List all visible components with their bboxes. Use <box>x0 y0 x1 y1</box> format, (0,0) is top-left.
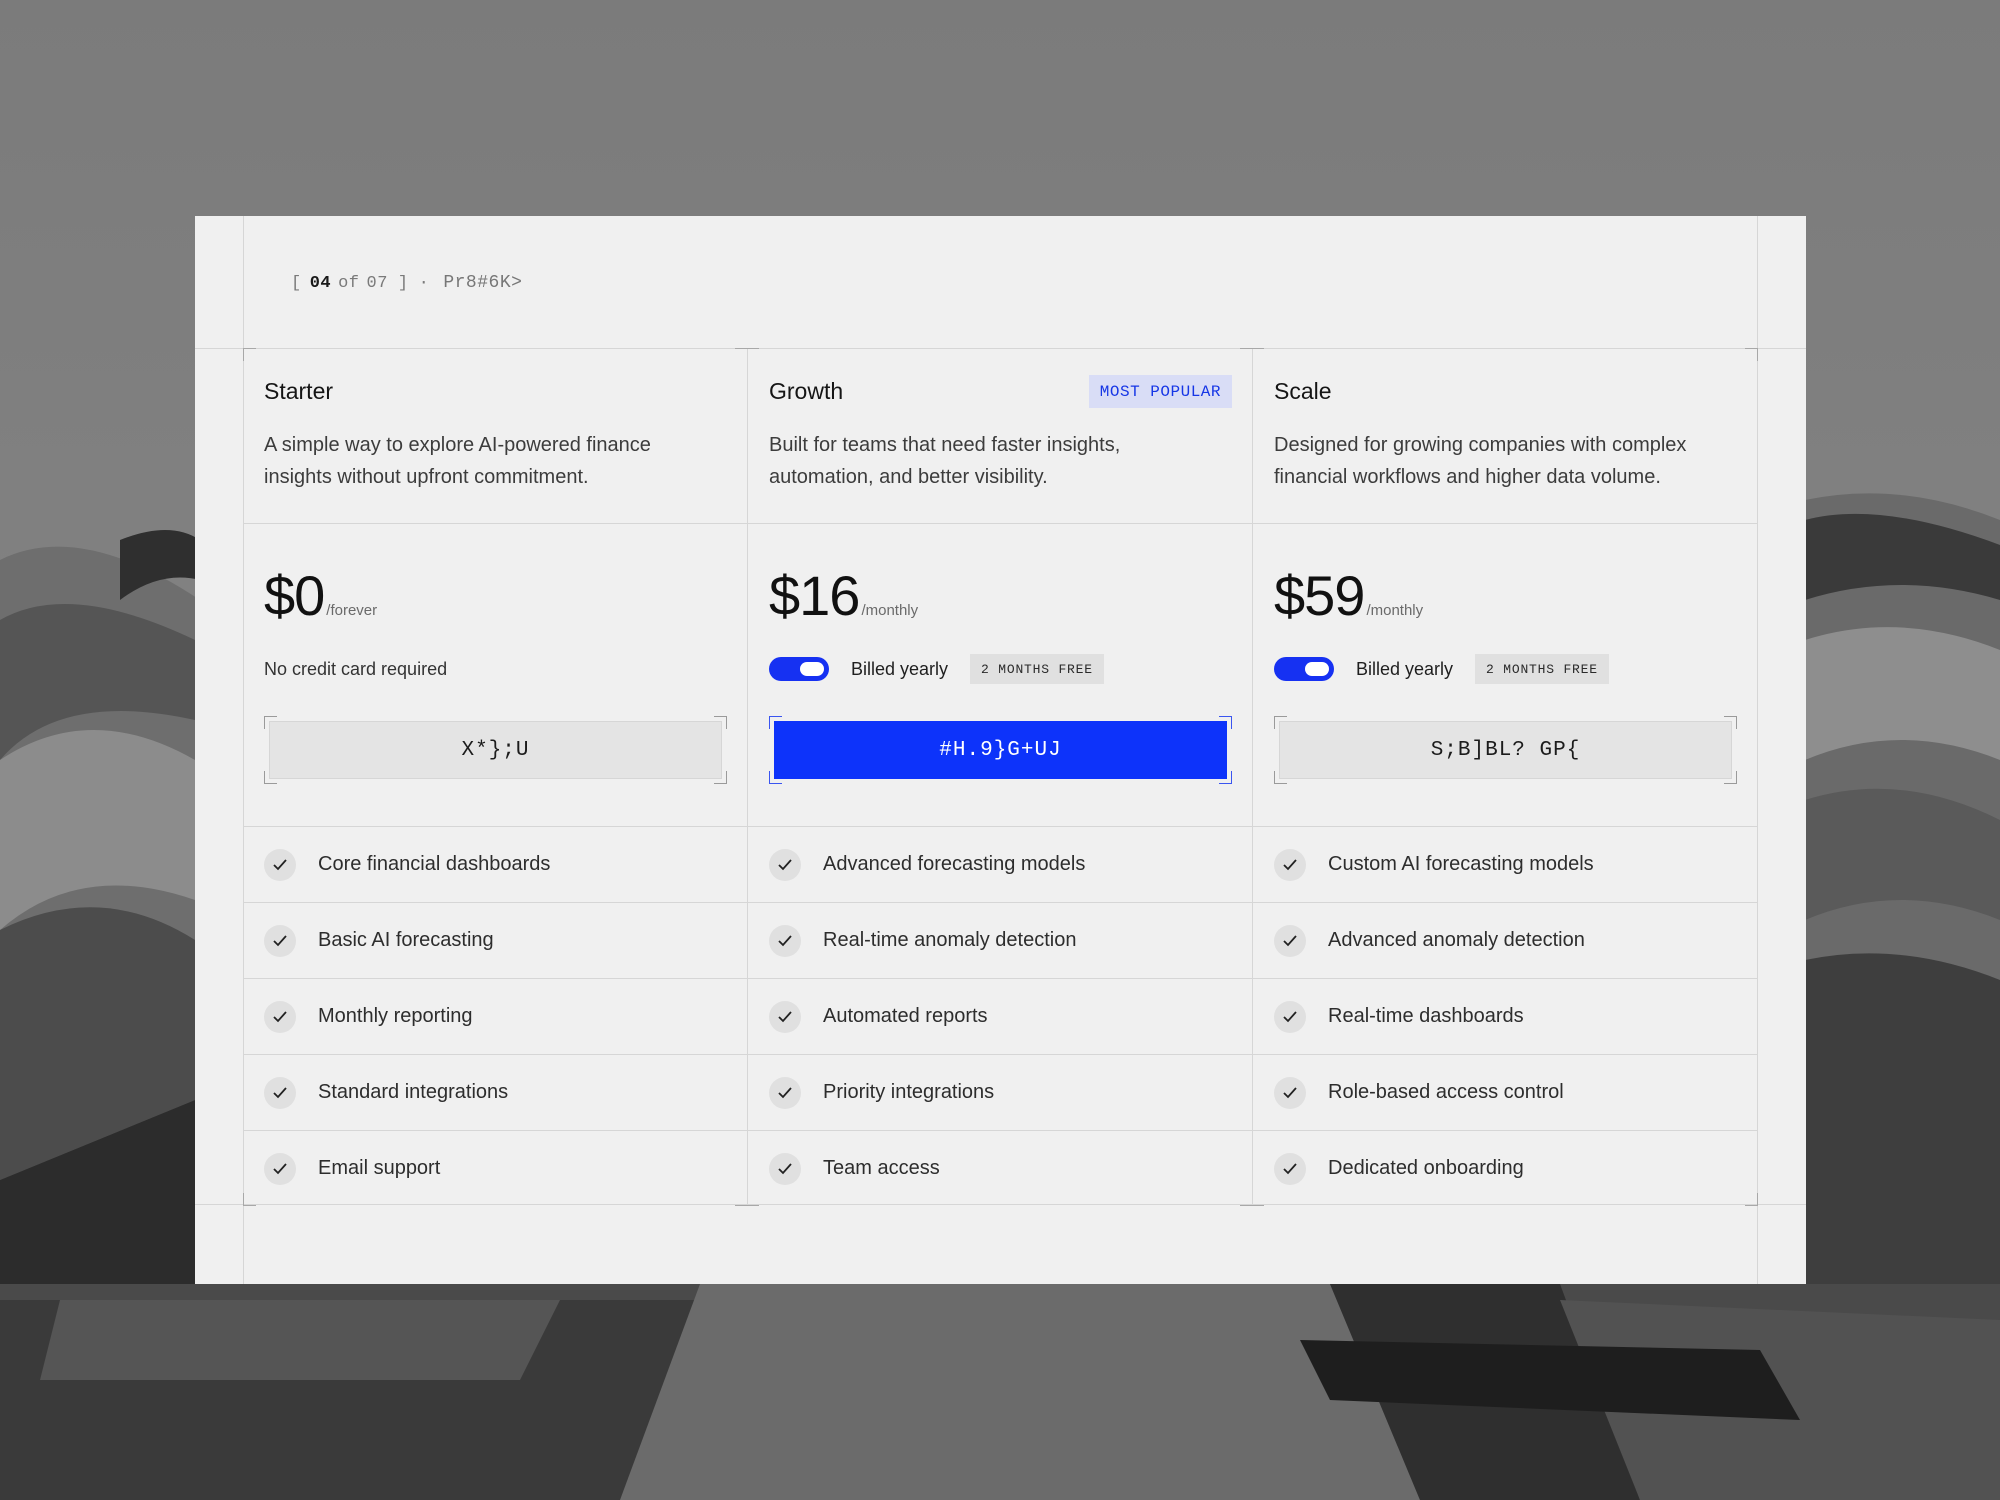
plan-description: Built for teams that need faster insight… <box>769 434 1121 488</box>
check-icon <box>1274 924 1306 957</box>
billing-toggle[interactable] <box>1274 657 1334 681</box>
price-row: $59 /monthly <box>1274 563 1423 628</box>
check-icon <box>1274 1076 1306 1109</box>
slide-pager: [ 04 of 07 ] · Pr8#6K> <box>291 273 522 293</box>
feature-label: Custom AI forecasting models <box>1328 853 1594 875</box>
check-icon <box>1274 1000 1306 1033</box>
discount-badge: 2 MONTHS FREE <box>1475 654 1609 684</box>
plan-price: $59 <box>1274 564 1365 627</box>
pager-total: 07 <box>366 273 388 293</box>
pager-bracket-open: [ <box>291 273 302 293</box>
check-icon <box>1274 1152 1306 1185</box>
cta-frame: #H.9}G+UJ <box>769 716 1232 784</box>
billing-row: Billed yearly 2 MONTHS FREE <box>1274 654 1609 684</box>
feature-item: Dedicated onboarding <box>1253 1130 1758 1206</box>
cta-frame: X*};U <box>264 716 727 784</box>
scale-cta-button[interactable]: S;B]BL? GP{ <box>1279 721 1732 779</box>
feature-label: Automated reports <box>823 1005 988 1027</box>
feature-list: Advanced forecasting models Real-time an… <box>748 827 1253 1206</box>
feature-item: Team access <box>748 1130 1253 1206</box>
plan-card-scale: Scale Designed for growing companies wit… <box>1253 348 1758 1205</box>
feature-item: Real-time anomaly detection <box>748 902 1253 978</box>
check-icon <box>264 1076 296 1109</box>
check-icon <box>769 1000 801 1033</box>
feature-item: Monthly reporting <box>243 978 748 1054</box>
check-icon <box>769 848 801 881</box>
feature-label: Monthly reporting <box>318 1005 473 1027</box>
plan-header: Starter A simple way to explore AI-power… <box>264 378 727 493</box>
feature-item: Automated reports <box>748 978 1253 1054</box>
pager-of: of <box>338 273 360 293</box>
feature-label: Email support <box>318 1157 441 1179</box>
feature-label: Standard integrations <box>318 1081 509 1103</box>
plan-note: No credit card required <box>264 659 448 679</box>
pager-bracket-close: ] <box>397 273 409 293</box>
billing-label: Billed yearly <box>1356 658 1454 679</box>
section-divider <box>748 523 1253 524</box>
check-icon <box>769 1076 801 1109</box>
starter-cta-button[interactable]: X*};U <box>269 721 722 779</box>
feature-item: Basic AI forecasting <box>243 902 748 978</box>
billing-row: Billed yearly 2 MONTHS FREE <box>769 654 1104 684</box>
pager-code: Pr8#6K> <box>443 273 523 293</box>
plan-description: A simple way to explore AI-powered finan… <box>264 434 651 488</box>
feature-item: Email support <box>243 1130 748 1206</box>
feature-label: Team access <box>823 1157 940 1179</box>
most-popular-badge: MOST POPULAR <box>1088 375 1232 408</box>
feature-label: Advanced anomaly detection <box>1328 929 1585 951</box>
billing-toggle[interactable] <box>769 657 829 681</box>
feature-label: Core financial dashboards <box>318 853 551 875</box>
billing-label: Billed yearly <box>851 658 949 679</box>
plan-name: Scale <box>1274 378 1332 404</box>
plan-header: Scale Designed for growing companies wit… <box>1274 378 1737 493</box>
check-icon <box>264 848 296 881</box>
plan-period: /monthly <box>861 602 919 619</box>
plan-period: /forever <box>326 602 378 619</box>
pager-separator: · <box>418 273 430 293</box>
feature-item: Role-based access control <box>1253 1054 1758 1130</box>
plan-price: $0 <box>264 564 325 627</box>
feature-label: Role-based access control <box>1328 1081 1564 1103</box>
feature-label: Real-time anomaly detection <box>823 929 1077 951</box>
feature-item: Custom AI forecasting models <box>1253 827 1758 902</box>
check-icon <box>264 924 296 957</box>
discount-badge: 2 MONTHS FREE <box>970 654 1104 684</box>
check-icon <box>264 1000 296 1033</box>
growth-cta-button[interactable]: #H.9}G+UJ <box>774 721 1227 779</box>
plan-card-starter: Starter A simple way to explore AI-power… <box>243 348 748 1205</box>
feature-list: Core financial dashboards Basic AI forec… <box>243 827 748 1206</box>
price-row: $0 /forever <box>264 563 377 628</box>
check-icon <box>769 1152 801 1185</box>
plan-card-growth: Growth MOST POPULAR Built for teams that… <box>748 348 1253 1205</box>
feature-label: Priority integrations <box>823 1081 995 1103</box>
section-divider <box>243 523 748 524</box>
feature-item: Advanced anomaly detection <box>1253 902 1758 978</box>
plan-price: $16 <box>769 564 860 627</box>
plan-period: /monthly <box>1366 602 1424 619</box>
plan-header: Growth MOST POPULAR Built for teams that… <box>769 375 1232 493</box>
feature-label: Advanced forecasting models <box>823 853 1086 875</box>
cta-frame: S;B]BL? GP{ <box>1274 716 1737 784</box>
plan-description: Designed for growing companies with comp… <box>1274 434 1687 488</box>
check-icon <box>769 924 801 957</box>
price-row: $16 /monthly <box>769 563 918 628</box>
pricing-panel: [ 04 of 07 ] · Pr8#6K> Starter A simple … <box>195 216 1806 1284</box>
feature-list: Custom AI forecasting models Advanced an… <box>1253 827 1758 1206</box>
feature-item: Priority integrations <box>748 1054 1253 1130</box>
check-icon <box>264 1152 296 1185</box>
feature-item: Real-time dashboards <box>1253 978 1758 1054</box>
feature-label: Dedicated onboarding <box>1328 1157 1524 1179</box>
feature-label: Real-time dashboards <box>1328 1005 1524 1027</box>
section-divider <box>1253 523 1758 524</box>
plan-name: Starter <box>264 378 334 404</box>
feature-item: Advanced forecasting models <box>748 827 1253 902</box>
feature-item: Standard integrations <box>243 1054 748 1130</box>
check-icon <box>1274 848 1306 881</box>
feature-item: Core financial dashboards <box>243 827 748 902</box>
feature-label: Basic AI forecasting <box>318 929 494 951</box>
pager-current: 04 <box>309 273 332 293</box>
